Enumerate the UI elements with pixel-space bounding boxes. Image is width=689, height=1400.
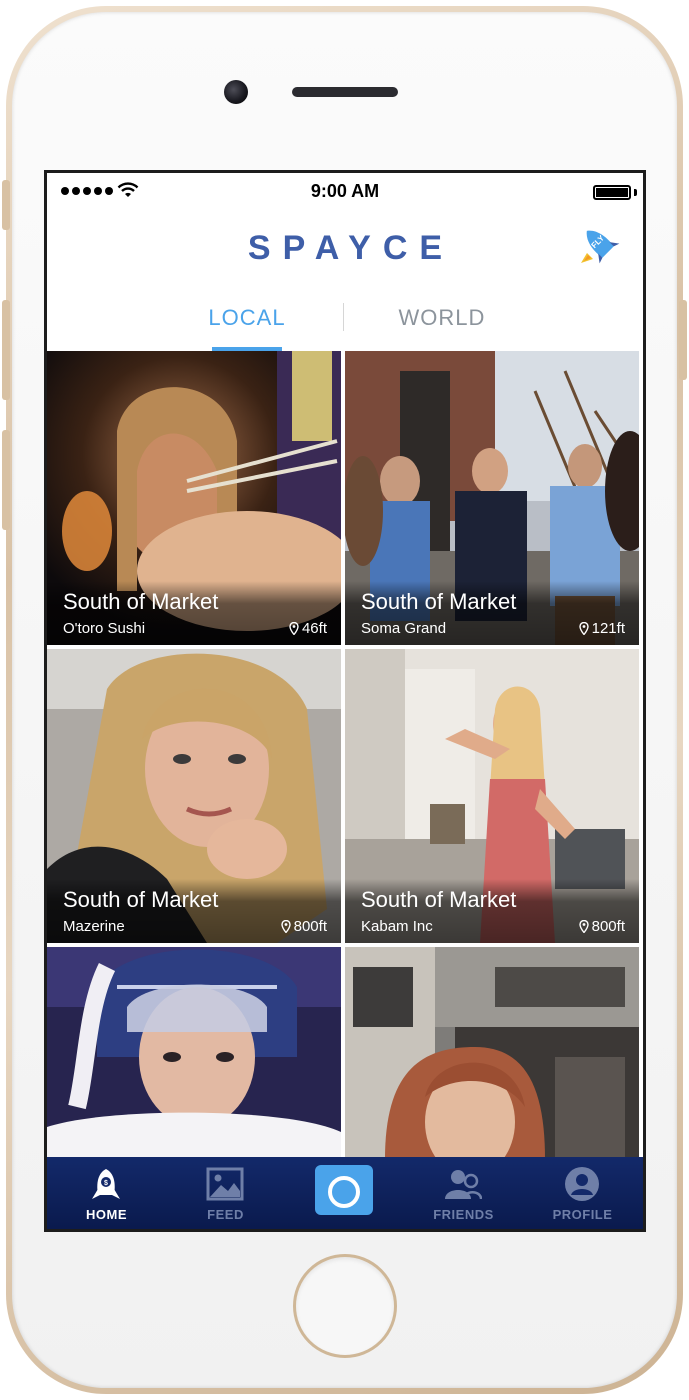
tab-camera[interactable] [285,1157,404,1229]
volume-up-button [2,300,10,400]
tile-distance: 121ft [578,620,625,637]
place-photo [345,947,639,1159]
battery-tip [634,189,637,196]
tile-title: South of Market [361,887,517,912]
tile-distance: 800ft [280,918,327,935]
status-time: 9:00 AM [310,181,380,201]
tile-distance: 800ft [578,918,625,935]
place-tile[interactable]: South of Market Soma Grand 121ft [345,351,639,645]
camera-icon [328,1167,360,1208]
bottom-tab-bar: $ HOME FEED FRIENDS PROFILE [47,1157,643,1229]
battery-icon [593,185,631,200]
distance-value: 800ft [591,918,625,935]
tile-title: South of Market [63,589,219,614]
place-tile[interactable]: South of Market Kabam Inc 800ft [345,649,639,943]
friends-icon [445,1170,482,1200]
home-button[interactable] [293,1254,397,1358]
tab-profile-label: PROFILE [552,1207,613,1222]
tab-feed-label: FEED [207,1207,244,1222]
screen: 9:00 AM SPAYCE FLY LOCAL WORLD South of … [44,170,646,1232]
place-tile[interactable] [47,947,341,1159]
profile-icon [565,1167,599,1201]
tab-home-label: HOME [86,1207,127,1222]
image-icon [206,1167,244,1201]
power-button [679,300,687,380]
distance-value: 800ft [293,918,327,935]
place-photo [47,947,341,1159]
earpiece-speaker [292,87,398,97]
segment-tabs: LOCAL WORLD [47,291,643,351]
status-bar: 9:00 AM [47,173,643,211]
app-header: SPAYCE FLY [47,211,643,291]
distance-value: 121ft [591,620,625,637]
app-screen: 9:00 AM SPAYCE FLY LOCAL WORLD South of … [47,173,643,1229]
tab-friends-label: FRIENDS [433,1207,494,1222]
place-tile[interactable] [345,947,639,1159]
rocket-home-icon: $ [92,1169,120,1199]
tab-world[interactable]: WORLD [387,305,497,351]
tile-distance: 46ft [289,620,327,637]
tile-venue: Kabam Inc [361,918,433,935]
location-pin-icon [289,622,299,635]
place-tile[interactable]: South of Market O'toro Sushi 46ft [47,351,341,645]
tab-feed[interactable]: FEED [166,1157,285,1229]
front-camera [224,80,248,104]
tile-venue: Soma Grand [361,620,447,637]
camera-button[interactable] [315,1165,373,1215]
tab-divider [343,303,344,331]
rocket-icon[interactable]: FLY [575,223,623,271]
tile-venue: Mazerine [63,918,125,935]
svg-text:$: $ [104,1180,108,1187]
distance-value: 46ft [301,620,327,637]
location-pin-icon [280,920,291,933]
place-tile[interactable]: South of Market Mazerine 800ft [47,649,341,943]
tile-title: South of Market [361,589,517,614]
tab-friends[interactable]: FRIENDS [404,1157,523,1229]
volume-down-button [2,430,10,530]
location-pin-icon [578,622,589,635]
mute-switch [2,180,10,230]
location-pin-icon [578,920,589,933]
tab-home[interactable]: $ HOME [47,1157,166,1229]
tab-profile[interactable]: PROFILE [523,1157,642,1229]
tab-local[interactable]: LOCAL [197,305,297,351]
app-logo: SPAYCE [247,229,455,267]
tile-title: South of Market [63,887,219,912]
places-grid: South of Market O'toro Sushi 46ft South … [47,351,643,1159]
tile-venue: O'toro Sushi [63,620,146,637]
